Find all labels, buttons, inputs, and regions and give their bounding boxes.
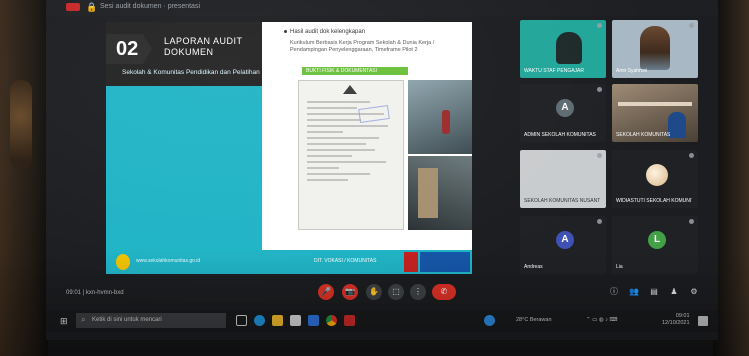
- slide-footer: www.sekolahkomunitas.go.id DIT. VOKASI /…: [106, 250, 472, 274]
- mic-off-icon: [597, 219, 602, 224]
- evidence-photo-hallway: [408, 156, 472, 230]
- participant-name: ADMIN SEKOLAH KOMUNITAS: [524, 132, 596, 138]
- evidence-label-text: BUKTI FISIK & DOKUMENTASI: [306, 68, 378, 74]
- participant-tile[interactable]: L Lia: [612, 216, 698, 274]
- mic-off-icon: [597, 87, 602, 92]
- meeting-time-and-code: 09:01 | kxn-hvmn-bxd: [66, 290, 124, 296]
- document-logo-icon: [343, 85, 357, 94]
- lock-icon: 🔒: [86, 2, 98, 12]
- leave-call-button[interactable]: ✆: [432, 284, 456, 300]
- participant-name: SEKOLAH KOMUNITAS: [616, 132, 671, 138]
- participant-avatar: A: [556, 99, 574, 117]
- weather-text: 28°C Berawan: [516, 317, 552, 323]
- clock-time: 09:01: [675, 313, 690, 319]
- participant-avatar: L: [648, 231, 666, 249]
- task-view-icon[interactable]: [236, 315, 247, 326]
- participant-name: SEKOLAH KOMUNITAS NUSANTARA: [524, 198, 600, 204]
- present-screen-button[interactable]: ⬚: [388, 284, 404, 300]
- mic-off-icon: [597, 153, 602, 158]
- start-button[interactable]: ⊞: [60, 316, 70, 326]
- recording-indicator: [66, 3, 80, 11]
- participant-avatar: A: [556, 231, 574, 249]
- monitor-screen: 🔒 Sesi audit dokumen · presentasi 02 LAP…: [46, 0, 718, 340]
- shared-presentation: 02 LAPORAN AUDIT DOKUMEN Sekolah & Komun…: [106, 22, 472, 274]
- slide-footer-note: DIT. VOKASI / KOMUNITAS: [314, 258, 377, 264]
- slide-title: LAPORAN AUDIT DOKUMEN: [164, 36, 243, 58]
- mic-off-icon: [689, 219, 694, 224]
- system-tray-icons[interactable]: ⌃ ▭ ◍ ♪ ⌨: [586, 317, 617, 323]
- participant-tile[interactable]: A ADMIN SEKOLAH KOMUNITAS: [520, 84, 606, 142]
- search-icon: ⌕: [81, 315, 86, 324]
- slide-bullet-text: Hasil audit dok kelengkapan: [290, 29, 366, 35]
- participant-tile[interactable]: WIDIASTUTI SEKOLAH KOMUNITAS: [612, 150, 698, 208]
- mic-toggle-button[interactable]: 🎤: [318, 284, 334, 300]
- raise-hand-button[interactable]: ✋: [366, 284, 382, 300]
- slide-subtitle: Sekolah & Komunitas Pendidikan dan Pelat…: [122, 69, 260, 76]
- participant-video: [640, 26, 670, 70]
- mic-off-icon: [689, 23, 694, 28]
- clock-date: 12/10/2021: [662, 320, 690, 326]
- taskbar-clock[interactable]: 09:01 12/10/2021: [662, 313, 690, 327]
- evidence-photo-room: [408, 80, 472, 154]
- participant-video: [668, 112, 686, 138]
- participant-tile[interactable]: WAKTU STAF PENGAJAR: [520, 20, 606, 78]
- slide-title-line1: LAPORAN AUDIT: [164, 36, 243, 46]
- search-placeholder: Ketik di sini untuk mencari: [92, 317, 162, 323]
- slide-footer-text: www.sekolahkomunitas.go.id: [136, 258, 201, 264]
- chat-icon[interactable]: ▤: [648, 286, 660, 298]
- footer-blue-block: [420, 252, 470, 272]
- bullet-icon: [284, 29, 287, 33]
- slide-number: 02: [116, 38, 139, 60]
- chrome-icon[interactable]: [326, 315, 337, 326]
- participant-tile[interactable]: Amir Syahroni: [612, 20, 698, 78]
- scanned-document-image: [298, 80, 404, 230]
- participant-tile[interactable]: SEKOLAH KOMUNITAS: [612, 84, 698, 142]
- slide-sub-bullet: Kurikulum Berbasis Kerja Program Sekolah…: [290, 40, 435, 53]
- participant-tile[interactable]: SEKOLAH KOMUNITAS NUSANTARA: [520, 150, 606, 208]
- camera-app-icon[interactable]: [290, 315, 301, 326]
- notification-center-icon[interactable]: [698, 316, 708, 326]
- slide-bullet: Hasil audit dok kelengkapan: [284, 28, 470, 36]
- evidence-label: BUKTI FISIK & DOKUMENTASI: [302, 67, 408, 75]
- participant-avatar-image: [646, 164, 668, 186]
- door-shape: [418, 168, 438, 218]
- edge-browser-icon[interactable]: [254, 315, 265, 326]
- people-icon[interactable]: 👥: [628, 286, 640, 298]
- slide-title-line2: DOKUMEN: [164, 47, 214, 57]
- participant-name: Lia: [616, 264, 623, 270]
- host-controls-icon[interactable]: ⚙: [688, 286, 700, 298]
- background-shelf: [618, 102, 692, 106]
- institution-logo-icon: [116, 254, 130, 270]
- background-wall-right: [713, 0, 749, 356]
- background-wall-left: [0, 0, 48, 356]
- file-explorer-icon[interactable]: [272, 315, 283, 326]
- participant-video: [556, 32, 582, 64]
- taskbar-search-input[interactable]: ⌕ Ketik di sini untuk mencari: [76, 313, 226, 328]
- app-red-icon[interactable]: [344, 315, 355, 326]
- more-options-button[interactable]: ⋮: [410, 284, 426, 300]
- meeting-details-icon[interactable]: ⓘ: [608, 286, 620, 298]
- document-text-lines: [307, 101, 397, 185]
- participant-name: WAKTU STAF PENGAJAR: [524, 68, 585, 74]
- footer-red-logo: [404, 252, 418, 272]
- activities-icon[interactable]: ♟: [668, 286, 680, 298]
- camera-toggle-button[interactable]: 📷: [342, 284, 358, 300]
- participant-name: Andreas: [524, 264, 543, 270]
- mic-off-icon: [689, 153, 694, 158]
- photo-frame: 🔒 Sesi audit dokumen · presentasi 02 LAP…: [0, 0, 749, 356]
- mic-off-icon: [597, 23, 602, 28]
- participant-name: WIDIASTUTI SEKOLAH KOMUNITAS: [616, 198, 692, 204]
- windows-taskbar: ⊞ ⌕ Ketik di sini untuk mencari 28°C Ber…: [46, 310, 718, 332]
- participant-name: Amir Syahroni: [616, 68, 648, 74]
- meeting-control-bar: 09:01 | kxn-hvmn-bxd 🎤 📷 ✋ ⬚ ⋮ ✆ ⓘ 👥 ▤ ♟…: [46, 276, 718, 310]
- mail-icon[interactable]: [308, 315, 319, 326]
- participant-tile[interactable]: A Andreas: [520, 216, 606, 274]
- weather-icon[interactable]: [484, 315, 495, 326]
- meeting-top-bar: 🔒 Sesi audit dokumen · presentasi: [46, 0, 718, 16]
- meeting-title: Sesi audit dokumen · presentasi: [100, 3, 200, 10]
- person-figure: [442, 110, 450, 134]
